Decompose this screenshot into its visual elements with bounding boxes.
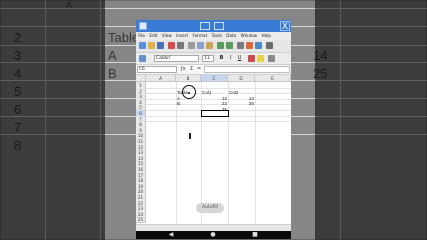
column-header-d[interactable]: D <box>228 75 255 82</box>
bold-icon[interactable]: B <box>218 55 225 62</box>
menu-window[interactable]: Window <box>241 33 258 38</box>
paste-icon[interactable] <box>206 42 213 49</box>
phone-screen: X File Edit View Insert Format Tools Dat… <box>136 20 291 239</box>
home-icon[interactable]: ● <box>210 232 216 238</box>
column-header-a[interactable]: A <box>146 75 176 82</box>
new-icon[interactable] <box>139 42 146 49</box>
font-color-icon[interactable] <box>248 55 255 62</box>
autofill-toast[interactable]: Autofill <box>196 203 224 213</box>
menu-bar: File Edit View Insert Format Tools Data … <box>136 32 291 40</box>
text-cursor-icon <box>189 133 191 139</box>
touch-point <box>188 92 190 94</box>
function-wizard-icon[interactable]: ƒx <box>181 66 186 73</box>
cell-d4[interactable]: 25 <box>229 100 254 107</box>
grid-line <box>146 121 291 123</box>
menu-data[interactable]: Data <box>226 33 236 38</box>
menu-edit[interactable]: Edit <box>149 33 157 38</box>
styles-icon[interactable] <box>139 55 146 62</box>
android-nav-bar: ◀ ● ■ <box>136 231 291 239</box>
redo-icon[interactable] <box>226 42 233 49</box>
bg-cell-a: A <box>108 48 117 63</box>
recents-icon[interactable]: ■ <box>252 232 258 238</box>
align-icon[interactable] <box>268 55 275 62</box>
more-icon[interactable] <box>266 42 273 49</box>
back-icon[interactable]: ◀ <box>168 232 174 238</box>
spreadsheet-grid[interactable]: A B C D E 1 2 3 4 5 6 7 8 9 10 11 12 13 … <box>136 75 291 224</box>
open-icon[interactable] <box>148 42 155 49</box>
cut-icon[interactable] <box>188 42 195 49</box>
sort-icon[interactable] <box>237 42 244 49</box>
column-header-b[interactable]: B <box>176 75 201 82</box>
menu-format[interactable]: Format <box>192 33 207 38</box>
window-titlebar: X <box>136 20 291 32</box>
formula-input[interactable] <box>204 66 290 73</box>
menu-view[interactable]: View <box>162 33 172 38</box>
copy-icon[interactable] <box>197 42 204 49</box>
corner-cell[interactable] <box>136 75 146 82</box>
bg-cell-b: B <box>108 66 117 81</box>
chart-icon[interactable] <box>246 42 253 49</box>
highlight-icon[interactable] <box>257 55 264 62</box>
print-icon[interactable] <box>177 42 184 49</box>
formula-bar: C6 ƒx Σ = <box>136 65 291 75</box>
grid-line <box>255 82 256 224</box>
equals-icon[interactable]: = <box>197 66 201 73</box>
bg-cell-table: Table <box>108 30 140 45</box>
italic-icon[interactable]: I <box>227 55 234 62</box>
formatting-toolbar: Calibri 11 B I U <box>136 53 291 65</box>
app-icon <box>139 22 147 30</box>
menu-help[interactable]: Help <box>261 33 271 38</box>
pdf-icon[interactable] <box>168 42 175 49</box>
menu-tools[interactable]: Tools <box>212 33 222 38</box>
table-icon[interactable] <box>255 42 262 49</box>
sum-icon[interactable]: Σ <box>190 66 193 73</box>
selected-cell[interactable] <box>201 110 229 117</box>
column-header-e[interactable]: E <box>255 75 291 82</box>
undo-icon[interactable] <box>217 42 224 49</box>
bg-shade-left <box>0 0 105 240</box>
row-header[interactable]: 25 <box>136 216 146 224</box>
menu-insert[interactable]: Insert <box>176 33 188 38</box>
maximize-button[interactable] <box>214 22 224 30</box>
font-name-field[interactable]: Calibri <box>154 55 199 62</box>
name-box[interactable]: C6 <box>137 66 177 73</box>
menu-file[interactable]: File <box>138 33 145 38</box>
cell-b4[interactable]: B <box>177 100 180 107</box>
close-button[interactable]: X <box>280 21 290 32</box>
standard-toolbar <box>136 40 291 53</box>
bg-shade-right <box>315 0 427 240</box>
grid-line <box>146 87 291 89</box>
underline-icon[interactable]: U <box>236 55 243 62</box>
minimize-button[interactable] <box>200 22 210 30</box>
save-icon[interactable] <box>157 42 164 49</box>
font-size-field[interactable]: 11 <box>202 55 214 62</box>
column-header-c[interactable]: C <box>201 75 228 82</box>
